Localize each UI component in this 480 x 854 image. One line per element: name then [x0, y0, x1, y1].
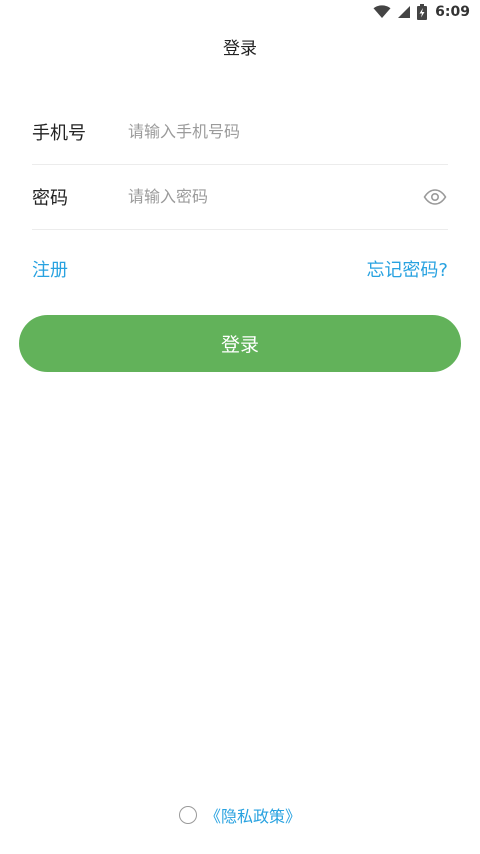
eye-icon[interactable] — [422, 184, 448, 210]
login-button[interactable]: 登录 — [19, 315, 461, 372]
auth-links: 注册 忘记密码? — [32, 256, 448, 282]
battery-charging-icon — [417, 4, 428, 20]
wifi-icon — [373, 5, 391, 19]
privacy-row: 《隐私政策》 — [0, 803, 480, 827]
password-label: 密码 — [32, 187, 68, 209]
login-screen: 6:09 登录 手机号 密码 注册 忘记密码? 登录 《隐私政策》 — [0, 0, 480, 854]
phone-input[interactable] — [128, 111, 448, 152]
forgot-password-link[interactable]: 忘记密码? — [366, 256, 448, 282]
register-link[interactable]: 注册 — [32, 256, 68, 282]
cell-signal-icon — [397, 5, 411, 19]
password-input[interactable] — [128, 176, 422, 217]
status-bar: 6:09 — [0, 0, 480, 24]
phone-label: 手机号 — [32, 122, 86, 144]
password-row: 密码 — [32, 164, 448, 230]
privacy-policy-link[interactable]: 《隐私政策》 — [205, 803, 301, 827]
privacy-checkbox[interactable] — [178, 806, 197, 824]
phone-row: 手机号 — [32, 99, 448, 165]
page-title: 登录 — [223, 39, 257, 59]
status-time: 6:09 — [435, 4, 470, 20]
